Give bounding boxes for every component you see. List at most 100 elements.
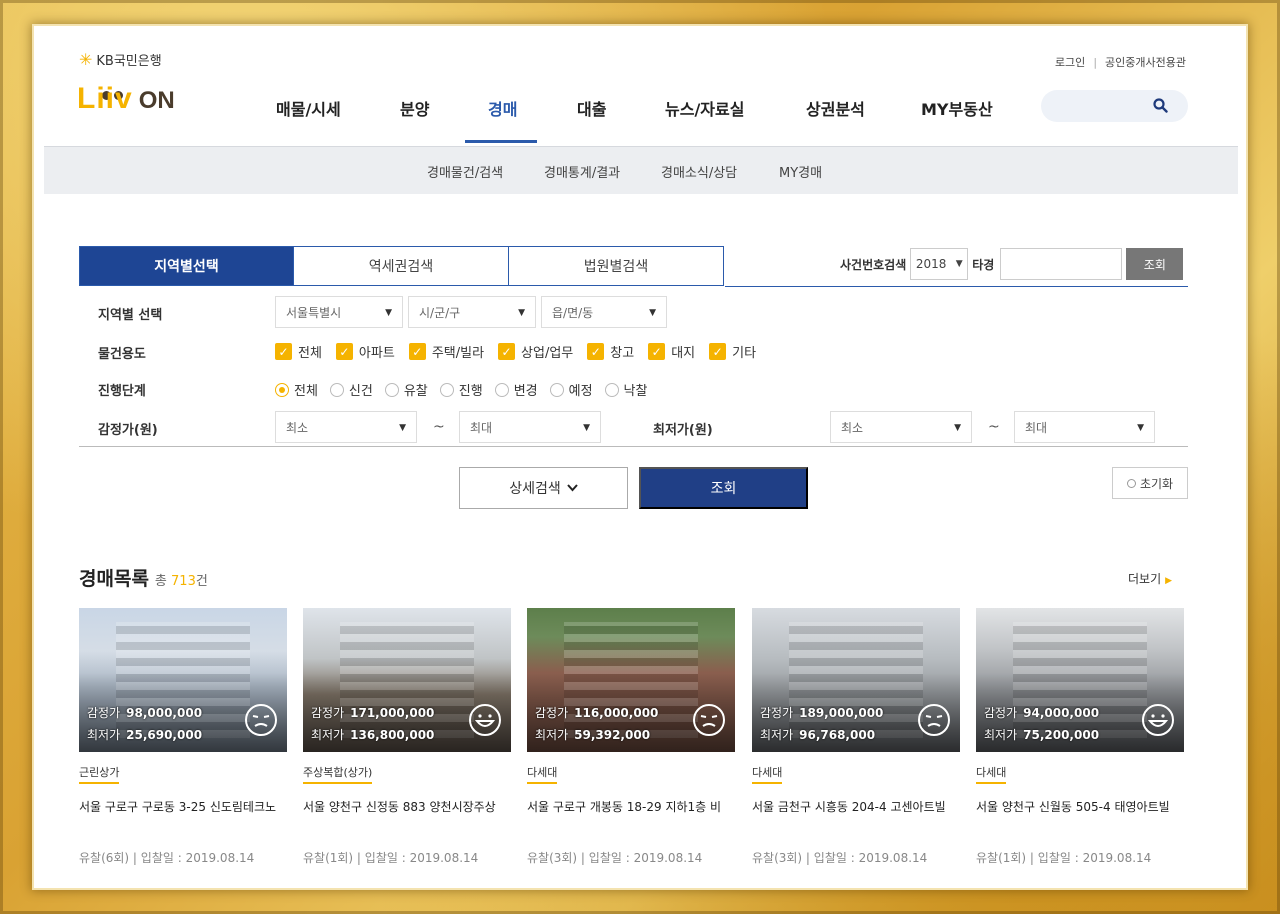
property-address[interactable]: 서울 구로구 구로동 3-25 신도림테크노 <box>79 798 287 815</box>
auction-card[interactable]: 감정가 116,000,000 최저가 59,392,000 다세대 서울 구로구 개봉동… <box>527 608 735 866</box>
nav-item-listings[interactable]: 매물/시세 <box>276 96 341 120</box>
auction-card[interactable]: 감정가 189,000,000 최저가 96,768,000 다세대 서울 금천구 시흥동… <box>752 608 960 866</box>
appraisal-key: 감정가 <box>535 706 569 720</box>
radio-icon <box>329 382 344 397</box>
tab-station[interactable]: 역세권검색 <box>294 246 509 286</box>
appraisal-key: 감정가 <box>760 706 794 720</box>
radio-icon <box>604 382 619 397</box>
checkbox-label: 창고 <box>610 346 635 361</box>
caret-down-icon: ▼ <box>385 308 392 318</box>
agent-portal-link[interactable]: 공인중개사전용관 <box>1105 54 1186 70</box>
town-select[interactable]: 읍/면/동 ▼ <box>541 296 667 328</box>
stage-radio-changed[interactable]: 변경 <box>494 380 538 399</box>
subnav-auction-stats[interactable]: 경매통계/결과 <box>544 162 620 181</box>
more-label: 더보기 <box>1128 572 1162 586</box>
detail-search-button[interactable]: 상세검색 <box>459 467 628 509</box>
sad-face-icon <box>918 704 950 736</box>
property-photo[interactable]: 감정가 189,000,000 최저가 96,768,000 <box>752 608 960 752</box>
usage-checkbox-all[interactable]: ✓ 전체 <box>275 342 322 361</box>
usage-label: 물건용도 <box>98 347 146 362</box>
subnav-auction-news[interactable]: 경매소식/상담 <box>661 162 737 181</box>
usage-checkbox-commercial[interactable]: ✓ 상업/업무 <box>498 342 573 361</box>
nav-item-my-realestate[interactable]: MY부동산 <box>921 96 993 120</box>
stage-radio-new[interactable]: 신건 <box>329 380 373 399</box>
lowest-key: 최저가 <box>87 728 121 742</box>
property-category: 근린상가 <box>79 764 120 784</box>
stage-radio-failed[interactable]: 유찰 <box>384 380 428 399</box>
tab-region[interactable]: 지역별선택 <box>79 246 294 286</box>
case-year-select[interactable]: 2018 ▼ <box>910 248 969 280</box>
util-divider: | <box>1093 55 1098 69</box>
subnav-auction-search[interactable]: 경매물건/검색 <box>427 162 503 181</box>
lowest-price-label: 최저가(원) <box>653 423 713 438</box>
property-photo[interactable]: 감정가 94,000,000 최저가 75,200,000 <box>976 608 1184 752</box>
nav-item-presale[interactable]: 분양 <box>400 96 429 120</box>
property-photo[interactable]: 감정가 171,000,000 최저가 136,800,000 <box>303 608 511 752</box>
auction-meta: 유찰(6회) | 입찰일 : 2019.08.14 <box>79 851 255 865</box>
search-button[interactable]: 조회 <box>639 467 808 509</box>
property-address[interactable]: 서울 구로구 개봉동 18-29 지하1층 비 <box>527 798 735 815</box>
case-search-button[interactable]: 조회 <box>1126 248 1184 280</box>
reset-label: 초기화 <box>1139 476 1174 491</box>
caret-down-icon: ▼ <box>954 423 961 433</box>
property-photo[interactable]: 감정가 98,000,000 최저가 25,690,000 <box>79 608 287 752</box>
property-address[interactable]: 서울 금천구 시흥동 204-4 고센아트빌 <box>752 798 960 815</box>
check-icon: ✓ <box>408 343 426 360</box>
list-title-text: 경매목록 <box>79 568 149 590</box>
district-select-value: 시/군/구 <box>419 305 461 320</box>
kb-bank-logo[interactable]: ✳ KB국민은행 <box>79 50 162 69</box>
subnav-my-auction[interactable]: MY경매 <box>779 162 822 181</box>
tab-court[interactable]: 법원별검색 <box>509 246 724 286</box>
range-tilde: ~ <box>988 419 1000 435</box>
search-icon[interactable] <box>1153 98 1168 113</box>
lowest-value: 59,392,000 <box>574 728 651 742</box>
city-select[interactable]: 서울특별시 ▼ <box>275 296 403 328</box>
auction-meta: 유찰(3회) | 입찰일 : 2019.08.14 <box>752 851 928 865</box>
nav-item-commercial[interactable]: 상권분석 <box>806 96 865 120</box>
stage-label: 진행단계 <box>98 384 146 399</box>
stage-radio-all[interactable]: 전체 <box>275 380 318 399</box>
region-label: 지역별 선택 <box>98 308 163 323</box>
range-tilde: ~ <box>433 419 445 435</box>
nav-item-loan[interactable]: 대출 <box>577 96 606 120</box>
caret-down-icon: ▼ <box>518 308 525 318</box>
nav-item-auction[interactable]: 경매 <box>488 96 517 120</box>
appraisal-max-select[interactable]: 최대 ▼ <box>459 411 601 443</box>
property-category: 주상복합(상가) <box>303 764 373 784</box>
radio-icon <box>384 382 399 397</box>
stage-radio-scheduled[interactable]: 예정 <box>549 380 593 399</box>
radio-label: 예정 <box>568 384 593 399</box>
radio-label: 낙찰 <box>623 384 648 399</box>
usage-checkbox-apartment[interactable]: ✓ 아파트 <box>335 342 395 361</box>
auction-card[interactable]: 감정가 94,000,000 최저가 75,200,000 다세대 서울 양천구 신월동 … <box>976 608 1184 866</box>
property-address[interactable]: 서울 양천구 신정동 883 양천시장주상 <box>303 798 511 815</box>
sad-face-icon <box>693 704 725 736</box>
lowest-max-select[interactable]: 최대 ▼ <box>1014 411 1155 443</box>
check-icon: ✓ <box>648 343 666 360</box>
price-overlay: 감정가 189,000,000 최저가 96,768,000 <box>760 702 883 746</box>
auction-card[interactable]: 감정가 98,000,000 최저가 25,690,000 근린상가서울 구로구 구로동… <box>79 608 287 866</box>
usage-checkbox-warehouse[interactable]: ✓ 창고 <box>587 342 634 361</box>
more-link[interactable]: 더보기 ▶ <box>1128 570 1172 587</box>
nav-item-news[interactable]: 뉴스/자료실 <box>665 96 744 120</box>
auction-card[interactable]: 감정가 171,000,000 최저가 136,800,000 주상복합(상가) 서울 양… <box>303 608 511 866</box>
arrow-right-icon: ▶ <box>1165 576 1173 586</box>
header-search[interactable] <box>1041 90 1188 122</box>
case-number-input[interactable] <box>1000 248 1123 280</box>
usage-checkbox-land[interactable]: ✓ 대지 <box>648 342 695 361</box>
district-select[interactable]: 시/군/구 ▼ <box>408 296 536 328</box>
property-photo[interactable]: 감정가 116,000,000 최저가 59,392,000 <box>527 608 735 752</box>
stage-radio-ongoing[interactable]: 진행 <box>439 380 483 399</box>
checkbox-label: 전체 <box>298 346 322 361</box>
reset-button[interactable]: 초기화 <box>1112 467 1188 499</box>
property-address[interactable]: 서울 양천구 신월동 505-4 태영아트빌 <box>976 798 1184 815</box>
stage-radio-sold[interactable]: 낙찰 <box>604 380 648 399</box>
login-link[interactable]: 로그인 <box>1055 54 1085 70</box>
usage-checkbox-house[interactable]: ✓ 주택/빌라 <box>408 342 484 361</box>
auction-list-title: 경매목록 총 713건 <box>79 564 208 591</box>
check-icon: ✓ <box>275 343 292 360</box>
lowest-min-select[interactable]: 최소 ▼ <box>830 411 972 443</box>
search-tabs: 지역별선택 역세권검색 법원별검색 <box>79 246 724 286</box>
usage-checkbox-etc[interactable]: ✓ 기타 <box>709 342 756 361</box>
appraisal-min-select[interactable]: 최소 ▼ <box>275 411 417 443</box>
